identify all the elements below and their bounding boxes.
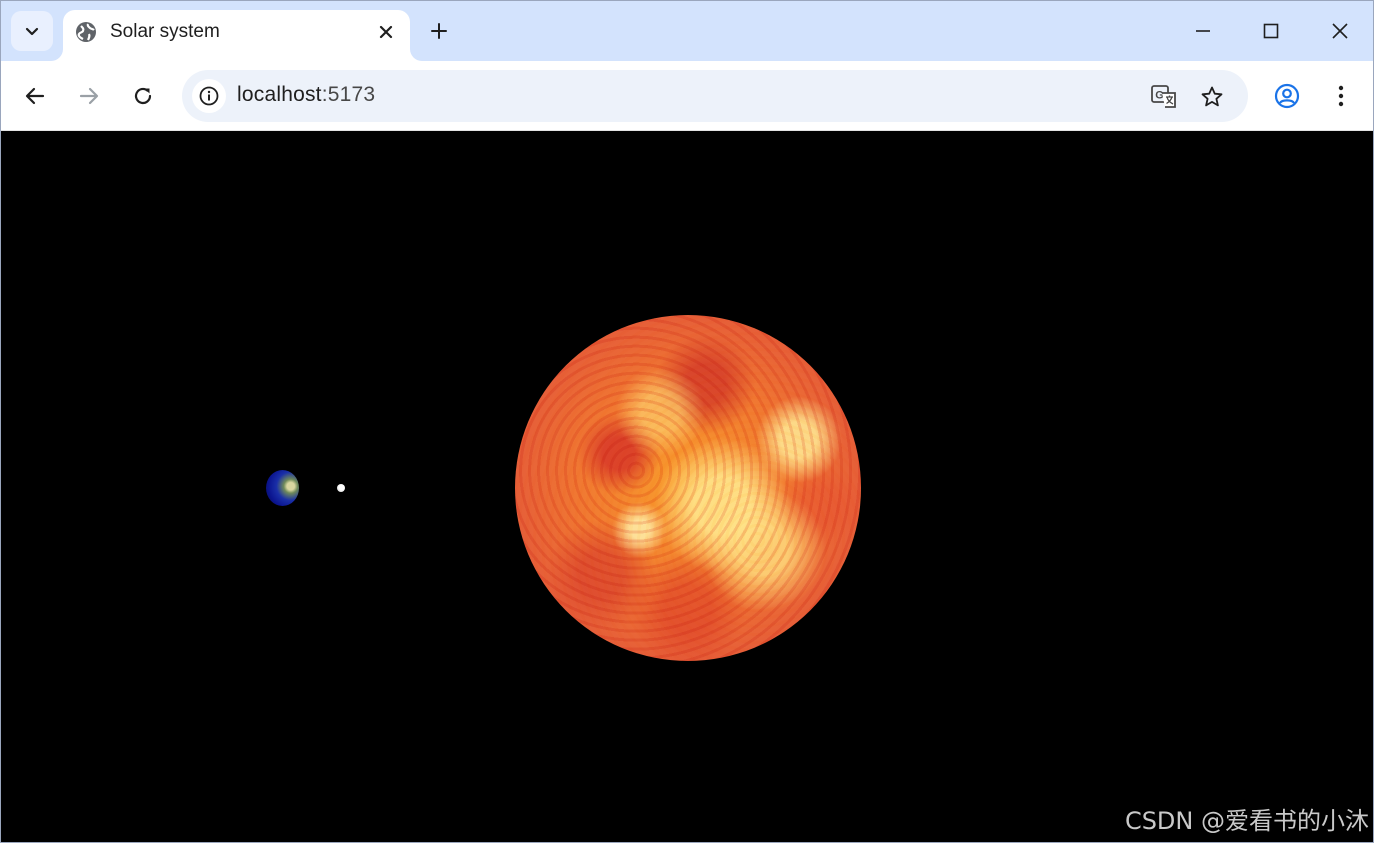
sun (515, 315, 861, 661)
globe-icon (76, 22, 96, 42)
back-button[interactable] (17, 78, 53, 114)
chevron-down-icon (25, 27, 39, 36)
browser-toolbar: localhost:5173 G (1, 61, 1373, 131)
info-icon (199, 86, 219, 106)
minimize-button[interactable] (1181, 13, 1225, 49)
svg-text:G: G (1155, 90, 1164, 102)
profile-icon (1274, 83, 1300, 109)
close-icon (379, 25, 393, 39)
tab-title: Solar system (110, 21, 220, 42)
sun-texture (515, 315, 861, 661)
tab-close-button[interactable] (374, 20, 398, 44)
watermark: CSDN @爱看书的小沐 (1124, 807, 1369, 835)
translate-button[interactable]: G (1147, 80, 1181, 114)
translate-icon: G (1151, 85, 1176, 108)
arrow-left-icon (25, 87, 45, 105)
close-icon (1332, 23, 1348, 39)
tab-solar-system[interactable]: Solar system (63, 10, 410, 61)
maximize-button[interactable] (1249, 13, 1293, 49)
star-icon (1201, 86, 1223, 107)
site-info-button[interactable] (192, 79, 226, 113)
url-port: :5173 (321, 83, 376, 106)
address-bar[interactable]: localhost:5173 G (182, 70, 1248, 122)
url-text[interactable]: localhost:5173 (237, 83, 375, 107)
new-tab-button[interactable] (425, 17, 453, 45)
maximize-icon (1263, 23, 1279, 39)
tab-strip: Solar system (1, 1, 1373, 61)
arrow-right-icon (79, 87, 99, 105)
tab-search-button[interactable] (11, 11, 53, 51)
reload-icon (134, 87, 152, 105)
scene-canvas[interactable]: CSDN @爱看书的小沐 (2, 131, 1373, 842)
plus-icon (431, 23, 447, 39)
profile-button[interactable] (1269, 78, 1305, 114)
browser-menu-button[interactable] (1323, 78, 1359, 114)
browser-window: Solar system localhost:5173 G CSDN @爱看书的… (0, 0, 1374, 843)
url-host: localhost (237, 83, 322, 106)
bookmark-button[interactable] (1195, 80, 1229, 114)
window-close-button[interactable] (1318, 13, 1362, 49)
minimize-icon (1196, 30, 1210, 32)
reload-button[interactable] (125, 78, 161, 114)
moon (337, 484, 345, 492)
earth (266, 470, 299, 506)
forward-button[interactable] (71, 78, 107, 114)
kebab-menu-icon (1338, 85, 1344, 107)
